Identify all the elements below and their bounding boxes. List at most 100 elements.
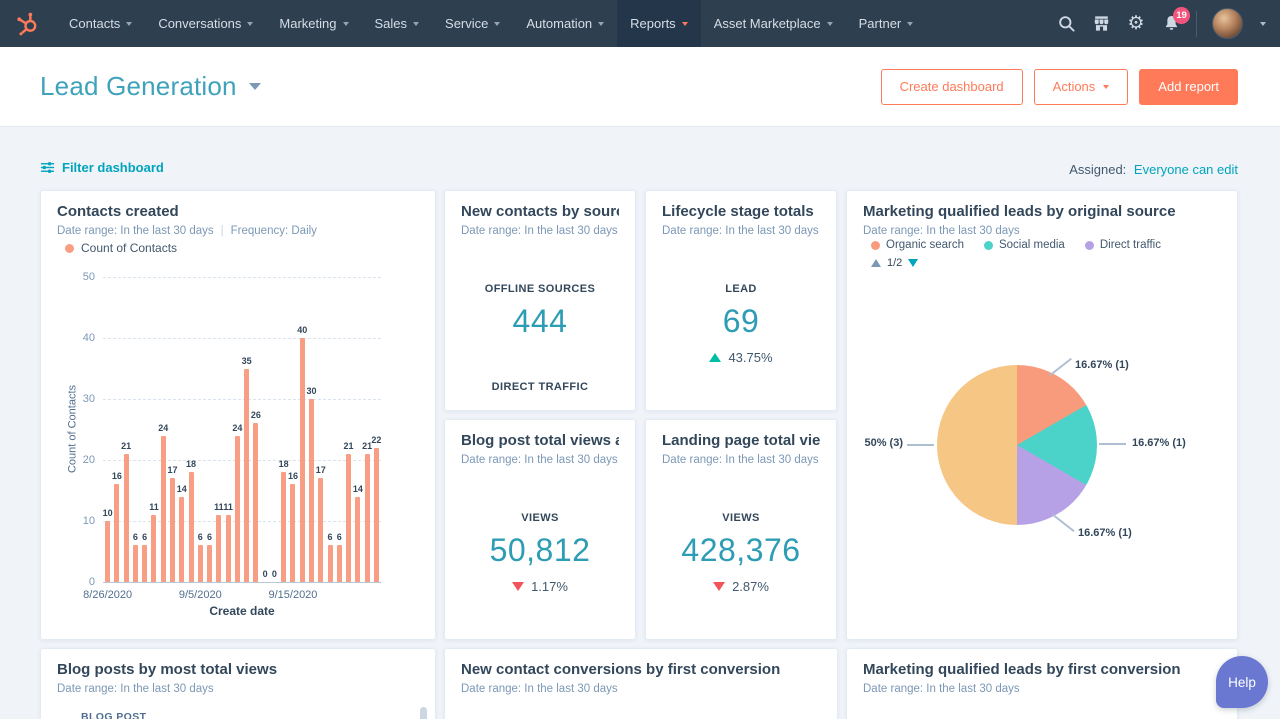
hubspot-logo-icon[interactable] [0, 0, 56, 47]
chevron-down-icon [827, 22, 833, 26]
nav-item-asset-marketplace[interactable]: Asset Marketplace [701, 0, 846, 47]
scrollbar[interactable] [420, 707, 427, 719]
bar[interactable] [300, 338, 305, 582]
bar[interactable] [198, 545, 203, 582]
legend-item[interactable]: Organic search [871, 239, 964, 251]
card-title: Blog post total views a... [461, 432, 619, 449]
bar[interactable] [337, 545, 342, 582]
nav-item-sales[interactable]: Sales [362, 0, 433, 47]
bar[interactable] [365, 454, 370, 582]
pager-down-icon[interactable] [908, 259, 918, 267]
bar-value-label: 6 [198, 532, 203, 542]
bar[interactable] [290, 484, 295, 582]
filter-sliders-icon [40, 160, 55, 175]
create-dashboard-button[interactable]: Create dashboard [881, 69, 1023, 105]
metric-value: 50,812 [445, 532, 635, 569]
legend-item[interactable]: Direct traffic [1085, 239, 1161, 251]
bar[interactable] [309, 399, 314, 582]
nav-item-contacts[interactable]: Contacts [56, 0, 145, 47]
user-avatar[interactable] [1212, 8, 1243, 39]
mql-pie[interactable] [937, 365, 1097, 525]
header-actions: Create dashboard Actions Add report [881, 69, 1238, 105]
bar[interactable] [114, 484, 119, 582]
bar[interactable] [151, 515, 156, 582]
filter-dashboard-link[interactable]: Filter dashboard [40, 160, 164, 175]
title-chevron-down-icon [249, 83, 261, 90]
bar[interactable] [105, 521, 110, 582]
chevron-down-icon [907, 22, 913, 26]
help-button[interactable]: Help [1216, 656, 1268, 708]
search-icon[interactable] [1056, 14, 1076, 34]
delta-down-icon [713, 582, 725, 591]
pie-slice-label: 50% (3) [857, 437, 903, 449]
legend-dot [1085, 241, 1094, 250]
assigned-permission-link[interactable]: Everyone can edit [1134, 162, 1238, 177]
gridline [103, 338, 381, 339]
account-chevron-down-icon[interactable] [1260, 22, 1266, 26]
y-axis-title: Count of Contacts [67, 277, 81, 582]
card-blog-posts-by-most-total-views: Blog posts by most total views Date rang… [40, 648, 436, 719]
bar[interactable] [244, 369, 249, 583]
bar[interactable] [318, 478, 323, 582]
bar-value-label: 17 [167, 465, 177, 475]
bar[interactable] [346, 454, 351, 582]
page-title: Lead Generation [40, 71, 237, 102]
card-date-range: Date range: In the last 30 days [863, 683, 1221, 695]
notifications-bell-icon[interactable]: 19 [1161, 14, 1181, 34]
bar-value-label: 21 [344, 441, 354, 451]
bar-value-label: 24 [158, 423, 168, 433]
bar[interactable] [281, 472, 286, 582]
card-title: Contacts created [57, 203, 419, 220]
add-report-button[interactable]: Add report [1139, 69, 1238, 105]
y-axis-tick: 30 [69, 393, 95, 405]
bar[interactable] [226, 515, 231, 582]
bar[interactable] [216, 515, 221, 582]
actions-button[interactable]: Actions [1034, 69, 1129, 105]
bar[interactable] [189, 472, 194, 582]
bar[interactable] [142, 545, 147, 582]
chevron-down-icon [247, 22, 253, 26]
nav-item-reports[interactable]: Reports [617, 0, 701, 47]
chevron-down-icon [126, 22, 132, 26]
bar[interactable] [253, 423, 258, 582]
card-title: Marketing qualified leads by original so… [863, 203, 1221, 220]
legend-dot [984, 241, 993, 250]
bar[interactable] [133, 545, 138, 582]
bar[interactable] [328, 545, 333, 582]
bar[interactable] [355, 497, 360, 582]
bar[interactable] [170, 478, 175, 582]
gridline [103, 460, 381, 461]
nav-item-partner[interactable]: Partner [846, 0, 927, 47]
chevron-down-icon [494, 22, 500, 26]
card-title: Blog posts by most total views [57, 661, 419, 678]
bar-value-label: 14 [177, 484, 187, 494]
pager-up-icon[interactable] [871, 259, 881, 267]
bar-value-label: 16 [288, 471, 298, 481]
dashboard-title-dropdown[interactable]: Lead Generation [40, 71, 261, 102]
nav-item-marketing[interactable]: Marketing [266, 0, 361, 47]
bar[interactable] [124, 454, 129, 582]
bar[interactable] [235, 436, 240, 582]
x-axis-tick: 9/5/2020 [179, 589, 222, 601]
card-new-contacts-by-source: New contacts by source Date range: In th… [444, 190, 636, 411]
metric-value: 69 [646, 303, 836, 340]
marketplace-icon[interactable] [1091, 14, 1111, 34]
bar[interactable] [374, 448, 379, 582]
legend-item[interactable]: Social media [984, 239, 1065, 251]
nav-item-automation[interactable]: Automation [513, 0, 617, 47]
gridline [103, 399, 381, 400]
nav-item-service[interactable]: Service [432, 0, 513, 47]
bar[interactable] [161, 436, 166, 582]
scrollbar-thumb[interactable] [420, 707, 427, 719]
settings-gear-icon[interactable]: ⚙ [1126, 14, 1146, 34]
bar-value-label: 6 [337, 532, 342, 542]
nav-menu: Contacts Conversations Marketing Sales S… [56, 0, 926, 47]
chevron-down-icon [682, 22, 688, 26]
bar[interactable] [207, 545, 212, 582]
gridline [103, 582, 381, 583]
bar[interactable] [179, 497, 184, 582]
metric: LEAD 69 43.75% [646, 283, 836, 365]
pager-label: 1/2 [887, 257, 902, 269]
bar-value-label: 18 [279, 459, 289, 469]
nav-item-conversations[interactable]: Conversations [145, 0, 266, 47]
